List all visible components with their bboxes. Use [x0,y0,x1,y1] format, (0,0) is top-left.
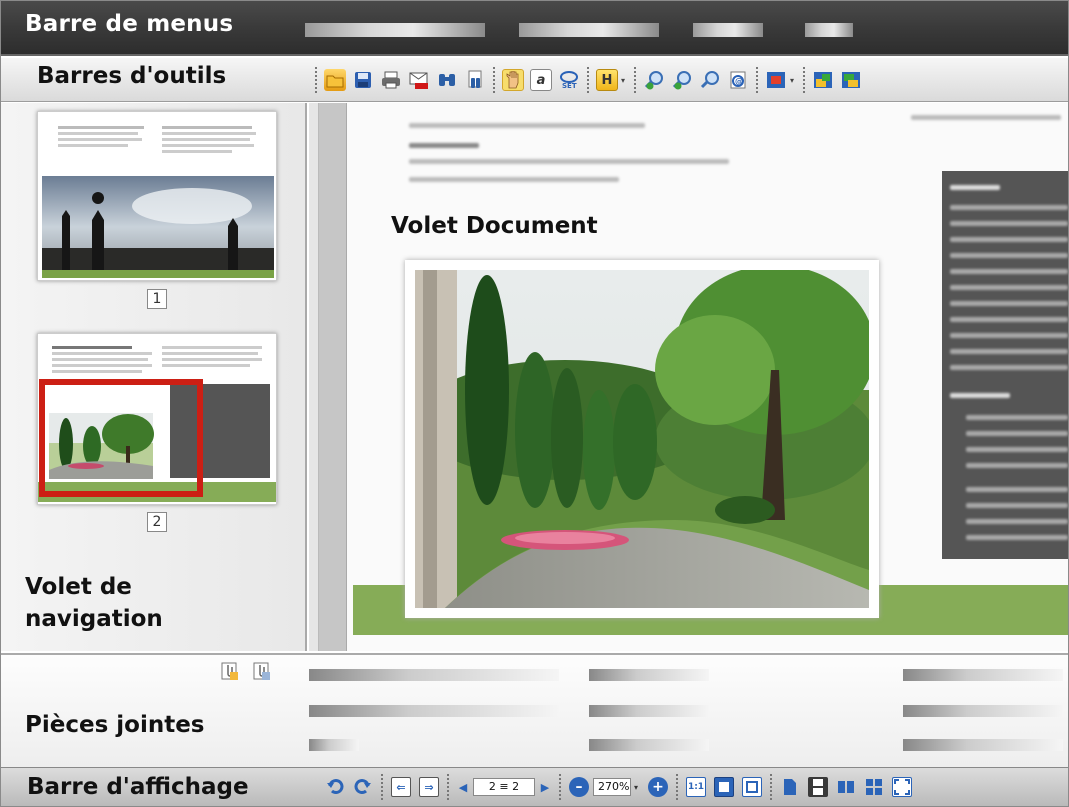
attachment-row-placeholder[interactable] [589,739,709,751]
display-bar-label: Barre d'affichage [27,774,249,800]
toolbar-separator [493,67,495,93]
chevron-down-icon[interactable]: ▾ [632,777,640,797]
toolbar-icons: a SET H ▾ @ ▾ [311,66,865,94]
current-view-highlight [39,379,203,497]
redact-icon[interactable] [765,69,787,91]
open-icon[interactable] [324,69,346,91]
zoom-in-button-icon[interactable]: + [648,777,668,797]
continuous-facing-icon[interactable] [864,777,884,797]
toolbar-separator [447,774,449,800]
app-window: Barre de menus Barres d'outils a SET H ▾… [0,0,1069,807]
fit-page-icon[interactable] [714,777,734,797]
attachments-label: Pièces jointes [25,712,205,738]
email-icon[interactable]: @ [727,69,749,91]
rotate-right-icon[interactable] [353,777,373,797]
svg-text:SET: SET [562,82,577,90]
toolbar-separator [634,67,636,93]
navigation-pane: 1 2 Volet de navigation [1,103,307,651]
attachment-column-placeholder [903,669,1063,681]
print-icon[interactable] [380,69,402,91]
menu-bar-label: Barre de menus [25,11,234,37]
document-pane-label: Volet Document [391,213,598,239]
rotate-left-icon[interactable] [325,777,345,797]
attach-file-icon[interactable] [220,661,240,681]
attachment-column-placeholder [309,669,559,681]
attachment-row-placeholder[interactable] [309,705,559,717]
toolbar-separator [803,67,805,93]
next-view-icon[interactable] [840,69,862,91]
menu-item-placeholder[interactable] [305,23,485,37]
toolbar-separator [587,67,589,93]
find-icon[interactable] [436,69,458,91]
toolbar-separator [559,774,561,800]
full-screen-icon[interactable] [892,777,912,797]
vertical-scrollbar[interactable] [309,103,319,651]
attachment-row-placeholder[interactable] [903,705,1063,717]
zoom-out-icon[interactable] [671,69,693,91]
svg-text:@: @ [735,77,743,86]
navigation-pane-label-line1: Volet de [25,574,132,600]
attachment-row-placeholder[interactable] [903,739,1063,751]
navigation-pane-label-line2: navigation [25,606,163,632]
redaction-sidebar [942,171,1068,559]
fit-width-icon[interactable] [742,777,762,797]
continuous-page-icon[interactable] [808,777,828,797]
menu-item-placeholder[interactable] [805,23,853,37]
actual-size-icon[interactable]: 1:1 [686,777,706,797]
previous-page-icon[interactable]: ◀ [457,777,469,797]
zoom-out-button-icon[interactable]: – [569,777,589,797]
toolbar-separator [770,774,772,800]
highlight-icon[interactable]: H [596,69,618,91]
open-attachment-icon[interactable] [252,661,272,681]
display-bar-controls: ⇐ ⇒ ◀ 2 ≡ 2 ▶ – 270% ▾ + 1:1 [321,774,916,800]
document-photo [405,260,879,618]
toolbar-separator [756,67,758,93]
menu-item-placeholder[interactable] [519,23,659,37]
page-number-2: 2 [147,512,167,532]
email-pdf-icon[interactable] [408,69,430,91]
toolbar-label: Barres d'outils [37,63,227,89]
advanced-find-icon[interactable] [464,69,486,91]
zoom-icon[interactable] [699,69,721,91]
zoom-in-icon[interactable] [643,69,665,91]
toolbar-separator [676,774,678,800]
page-thumbnail-1[interactable] [37,111,277,281]
save-icon[interactable] [352,69,374,91]
toolbar-separator [381,774,383,800]
attachment-column-placeholder [589,669,709,681]
chevron-down-icon[interactable]: ▾ [619,69,627,91]
select-text-icon[interactable]: a [530,69,552,91]
page-number-field[interactable]: 2 ≡ 2 [473,778,535,796]
menu-bar: Barre de menus [1,1,1068,56]
hand-tool-icon[interactable] [502,69,524,91]
forward-arrow-icon[interactable]: ⇒ [419,777,439,797]
set-icon[interactable]: SET [558,69,580,91]
facing-pages-icon[interactable] [836,777,856,797]
page-number-1: 1 [147,289,167,309]
menu-item-placeholder[interactable] [693,23,763,37]
zoom-field[interactable]: 270% [593,778,631,796]
prev-view-icon[interactable] [812,69,834,91]
next-page-icon[interactable]: ▶ [539,777,551,797]
document-page[interactable] [346,103,1068,651]
single-page-icon[interactable] [780,777,800,797]
attachments-pane: Pièces jointes [1,653,1068,767]
toolbar-separator [315,67,317,93]
thumbnail-photo-statues [42,176,274,278]
chevron-down-icon[interactable]: ▾ [788,69,796,91]
back-arrow-icon[interactable]: ⇐ [391,777,411,797]
document-pane: Volet Document [309,103,1068,651]
attachment-row-placeholder[interactable] [309,739,359,751]
attachment-row-placeholder[interactable] [589,705,709,717]
